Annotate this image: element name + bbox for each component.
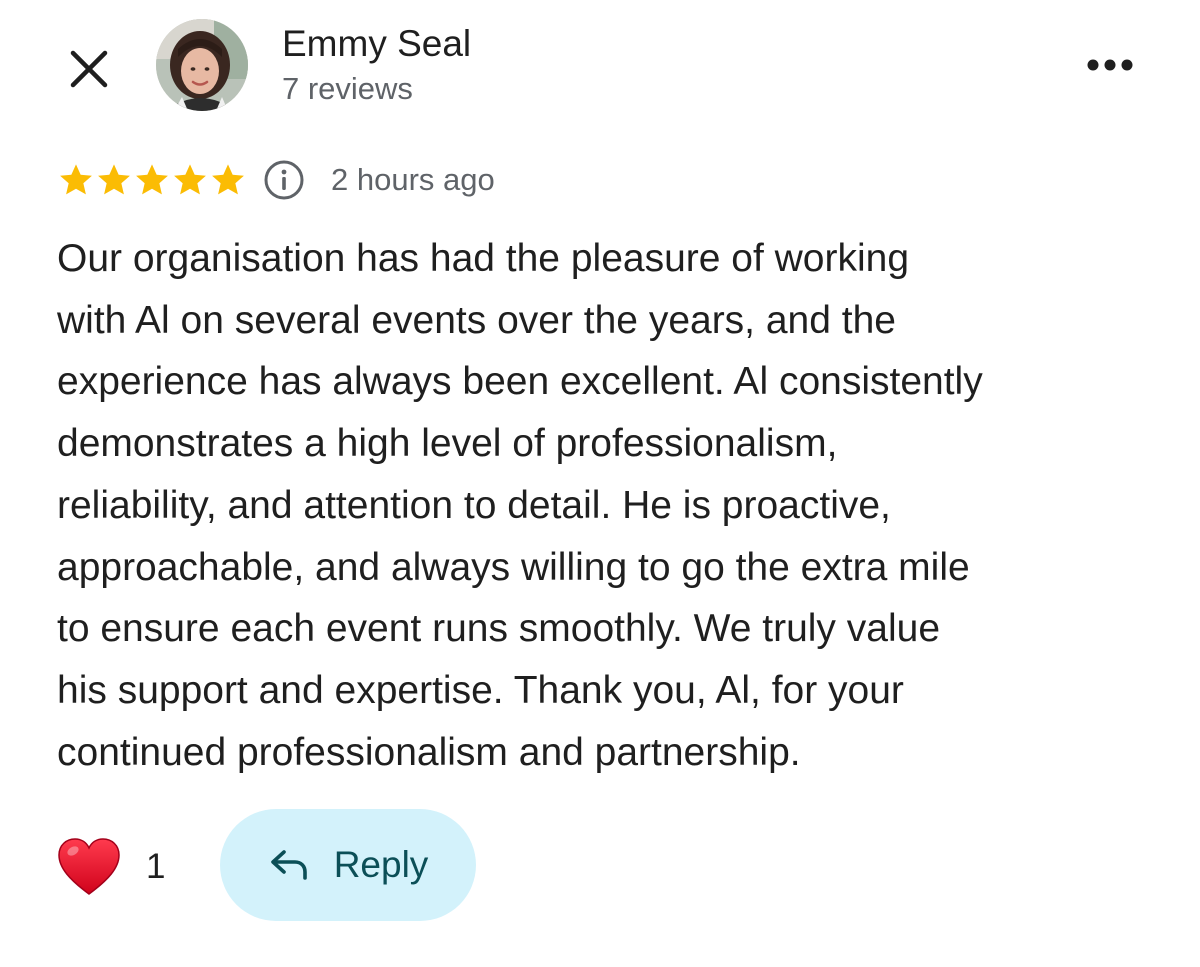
close-button[interactable] [62, 42, 116, 96]
review-line: continued professionalism and partnershi… [57, 730, 801, 774]
rating-row: 2 hours ago [58, 157, 495, 203]
avatar[interactable] [156, 19, 248, 111]
reply-button[interactable]: Reply [220, 809, 476, 921]
reviewer-name[interactable]: Emmy Seal [282, 22, 471, 66]
star-icon [212, 164, 244, 195]
heart-icon [58, 838, 120, 895]
star-icon [174, 164, 206, 195]
review-timestamp: 2 hours ago [331, 162, 495, 197]
reviewer-photo [156, 19, 248, 111]
reply-label: Reply [333, 844, 429, 885]
star-icon [98, 164, 130, 195]
review-count: 7 reviews [282, 71, 413, 106]
close-icon [70, 50, 108, 88]
reply-arrow-icon [270, 850, 307, 880]
review-text: Our organisation has had the pleasure of… [57, 228, 1167, 783]
star-icon [60, 164, 92, 195]
review-line: reliability, and attention to detail. He… [57, 483, 891, 527]
review-line: to ensure each event runs smoothly. We t… [57, 607, 941, 651]
star-icon [136, 164, 168, 195]
review-line: experience has always been excellent. Al… [57, 360, 983, 404]
review-line: his support and expertise. Thank you, Al… [57, 668, 904, 712]
more-horizontal-icon [1087, 59, 1133, 71]
info-icon[interactable] [263, 159, 305, 201]
more-options-button[interactable] [1080, 42, 1140, 88]
review-line: approachable, and always willing to go t… [57, 545, 970, 589]
star-rating [58, 162, 246, 198]
like-count: 1 [146, 847, 166, 886]
review-line: with Al on several events over the years… [57, 298, 896, 342]
review-line: Our organisation has had the pleasure of… [57, 237, 910, 280]
like-button[interactable]: 1 [56, 832, 165, 902]
review-line: demonstrates a high level of professiona… [57, 422, 838, 466]
